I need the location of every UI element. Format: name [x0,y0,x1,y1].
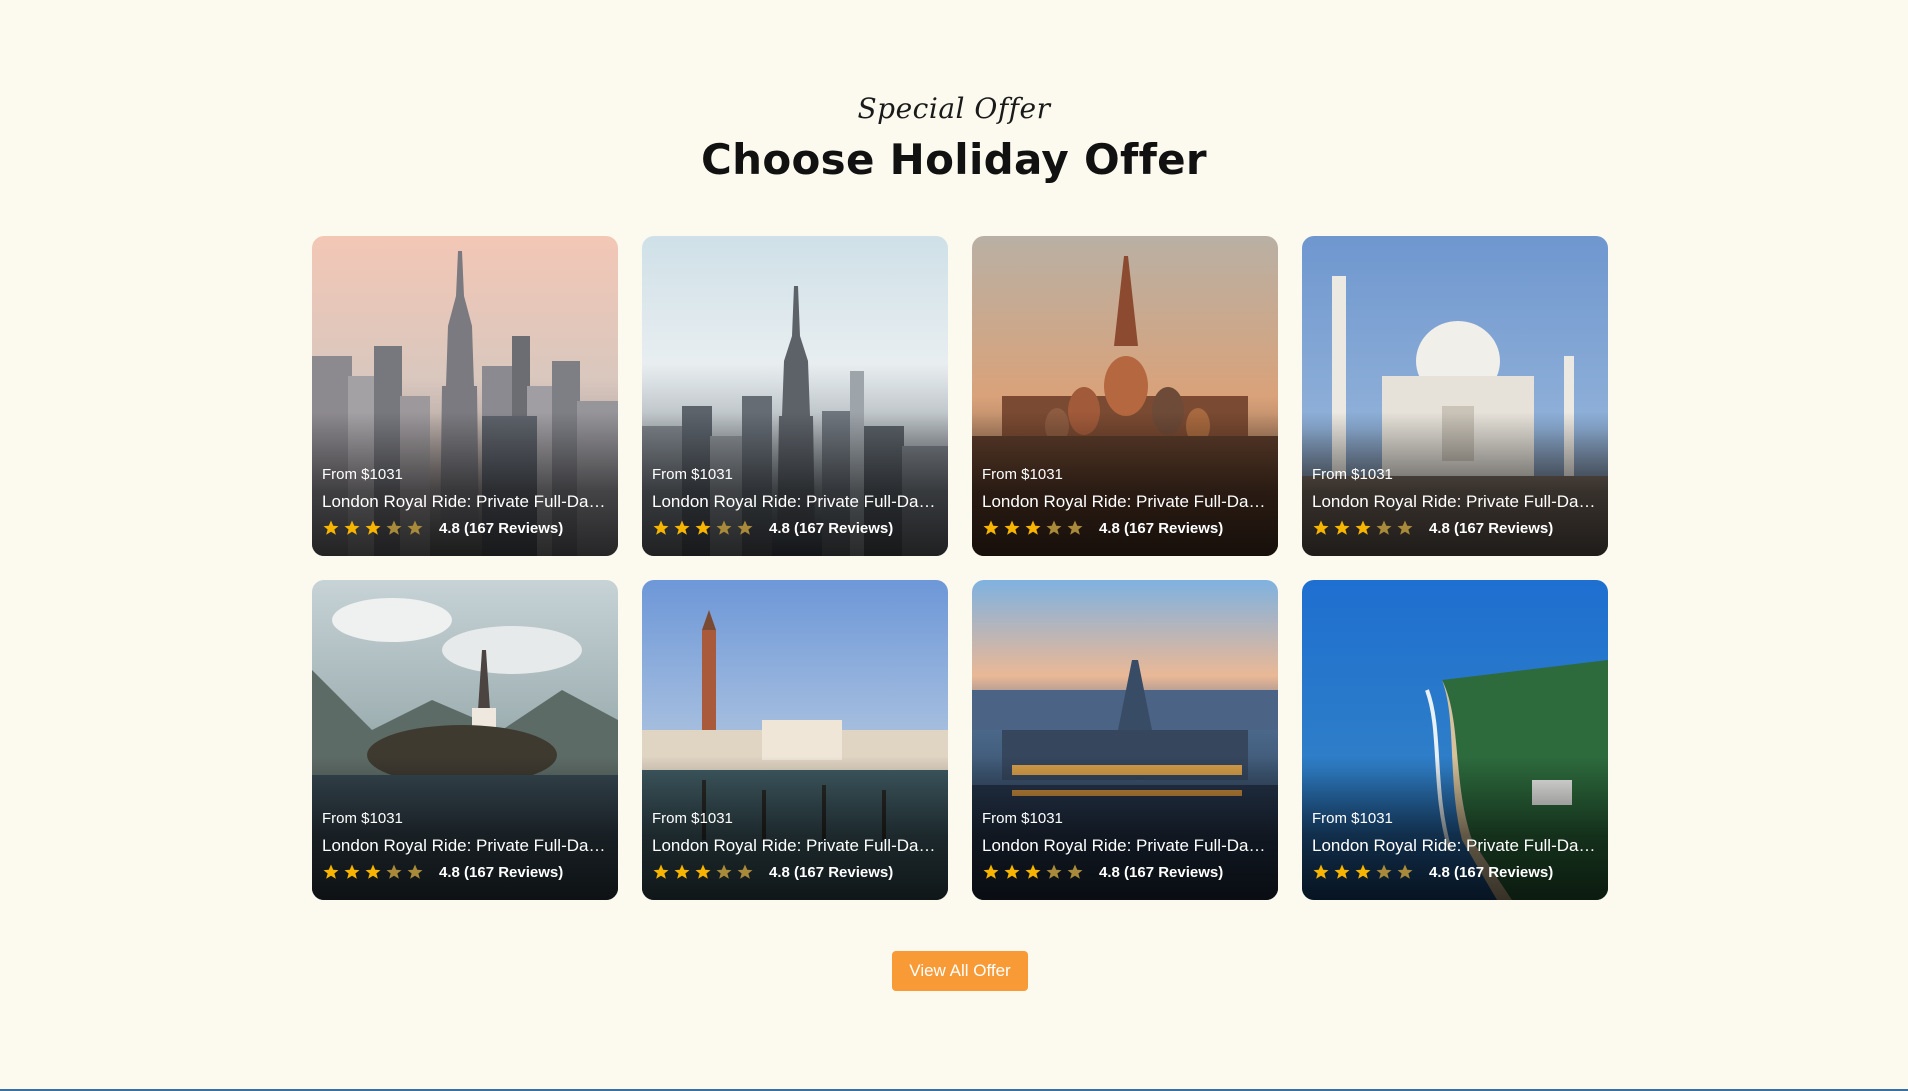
star-icon [674,864,690,879]
offer-rating: 4.8 (167 Reviews) [1312,519,1553,537]
star-icon [983,864,999,879]
star-icon [323,520,339,535]
star-icon [1004,520,1020,535]
section-eyebrow: Special Offer [857,92,1051,125]
offer-name[interactable]: London Royal Ride: Private Full-Day Tour [322,492,606,512]
offer-grid: From $1031 London Royal Ride: Private Fu… [312,236,1608,900]
offer-rating-text: 4.8 (167 Reviews) [1099,519,1224,537]
star-icon [1313,520,1329,535]
offer-rating: 4.8 (167 Reviews) [322,863,563,881]
offer-rating-text: 4.8 (167 Reviews) [439,863,564,881]
offer-card[interactable]: From $1031 London Royal Ride: Private Fu… [972,236,1278,556]
star-icon [695,864,711,879]
offer-name[interactable]: London Royal Ride: Private Full-Day Tour [982,492,1266,512]
offer-card[interactable]: From $1031 London Royal Ride: Private Fu… [1302,580,1608,900]
offer-rating-text: 4.8 (167 Reviews) [1429,519,1554,537]
star-empty-icon [716,520,732,535]
star-icon [674,520,690,535]
view-all-offer-button[interactable]: View All Offer [892,951,1028,991]
star-icon [1313,864,1329,879]
star-empty-icon [1376,864,1392,879]
offer-price: From $1031 [652,810,733,827]
star-empty-icon [737,520,753,535]
star-icon [365,864,381,879]
offer-rating-text: 4.8 (167 Reviews) [439,519,564,537]
offer-price: From $1031 [1312,810,1393,827]
star-empty-icon [386,864,402,879]
offer-price: From $1031 [652,466,733,483]
offer-price: From $1031 [982,810,1063,827]
offer-rating: 4.8 (167 Reviews) [982,863,1223,881]
offer-name[interactable]: London Royal Ride: Private Full-Day Tour [1312,836,1596,856]
offer-rating: 4.8 (167 Reviews) [652,863,893,881]
star-empty-icon [1046,864,1062,879]
star-icon [1025,520,1041,535]
star-icon [1334,520,1350,535]
offer-rating-text: 4.8 (167 Reviews) [769,863,894,881]
star-empty-icon [1046,520,1062,535]
offer-rating: 4.8 (167 Reviews) [982,519,1223,537]
section-title: Choose Holiday Offer [701,135,1207,184]
offer-rating-text: 4.8 (167 Reviews) [1429,863,1554,881]
offer-card[interactable]: From $1031 London Royal Ride: Private Fu… [312,580,618,900]
star-empty-icon [1397,864,1413,879]
offer-rating: 4.8 (167 Reviews) [652,519,893,537]
offer-rating: 4.8 (167 Reviews) [322,519,563,537]
offer-rating: 4.8 (167 Reviews) [1312,863,1553,881]
offer-card[interactable]: From $1031 London Royal Ride: Private Fu… [642,580,948,900]
star-icon [344,864,360,879]
star-empty-icon [407,520,423,535]
offer-name[interactable]: London Royal Ride: Private Full-Day Tour [652,492,936,512]
star-icon [323,864,339,879]
offer-name[interactable]: London Royal Ride: Private Full-Day Tour [652,836,936,856]
offer-card[interactable]: From $1031 London Royal Ride: Private Fu… [1302,236,1608,556]
star-icon [1004,864,1020,879]
offer-card[interactable]: From $1031 London Royal Ride: Private Fu… [312,236,618,556]
offer-name[interactable]: London Royal Ride: Private Full-Day Tour [1312,492,1596,512]
star-icon [653,864,669,879]
star-empty-icon [1067,520,1083,535]
star-empty-icon [737,864,753,879]
star-icon [1355,864,1371,879]
star-empty-icon [1067,864,1083,879]
star-empty-icon [1376,520,1392,535]
offer-rating-text: 4.8 (167 Reviews) [769,519,894,537]
star-icon [344,520,360,535]
star-icon [653,520,669,535]
offer-price: From $1031 [982,466,1063,483]
offer-rating-text: 4.8 (167 Reviews) [1099,863,1224,881]
star-icon [365,520,381,535]
star-empty-icon [1397,520,1413,535]
star-icon [695,520,711,535]
star-icon [1025,864,1041,879]
star-icon [1355,520,1371,535]
offer-card[interactable]: From $1031 London Royal Ride: Private Fu… [972,580,1278,900]
star-icon [983,520,999,535]
offer-price: From $1031 [322,810,403,827]
star-empty-icon [386,520,402,535]
star-empty-icon [716,864,732,879]
star-empty-icon [407,864,423,879]
offer-name[interactable]: London Royal Ride: Private Full-Day Tour [322,836,606,856]
offer-card[interactable]: From $1031 London Royal Ride: Private Fu… [642,236,948,556]
offer-price: From $1031 [1312,466,1393,483]
star-icon [1334,864,1350,879]
offer-name[interactable]: London Royal Ride: Private Full-Day Tour [982,836,1266,856]
offer-price: From $1031 [322,466,403,483]
